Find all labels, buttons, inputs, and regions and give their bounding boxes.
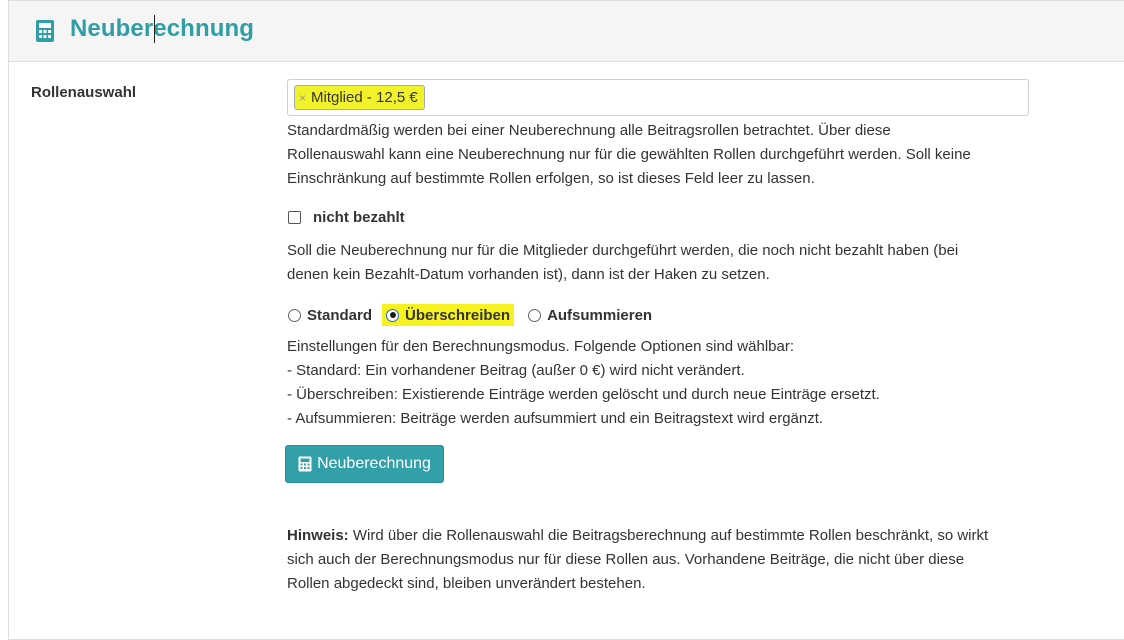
unpaid-checkbox-row[interactable]: nicht bezahlt xyxy=(288,209,405,226)
radio-overwrite[interactable] xyxy=(386,308,400,322)
role-selection-label: Rollenauswahl xyxy=(31,84,137,101)
radio-label-standard: Standard xyxy=(307,306,373,324)
selected-role-text: Mitglied - 12,5 € xyxy=(311,89,418,106)
mode-option-standard[interactable]: Standard xyxy=(288,304,372,326)
radio-sum[interactable] xyxy=(528,308,542,322)
text-cursor xyxy=(154,15,155,43)
mode-option-overwrite[interactable]: Überschreiben xyxy=(382,304,515,326)
help-line: Rollenauswahl kann eine Neuberechnung nu… xyxy=(287,146,971,163)
help-line: Standardmäßig werden bei einer Neuberech… xyxy=(287,122,891,139)
remove-tag-icon[interactable]: × xyxy=(299,91,306,105)
radio-label-overwrite: Überschreiben xyxy=(405,306,511,324)
help-line: Einschränkung auf bestimmte Rollen erfol… xyxy=(287,170,815,187)
mode-radio-group: Standard Überschreiben Aufsummieren xyxy=(288,304,666,326)
page-title: Neuberechnung xyxy=(70,15,254,42)
recalculation-panel: Neuberechnung Rollenauswahl × Mitglied -… xyxy=(8,0,1124,640)
unpaid-checkbox[interactable] xyxy=(288,211,301,224)
help-line: - Aufsummieren: Beiträge werden aufsummi… xyxy=(287,410,824,427)
unpaid-checkbox-label: nicht bezahlt xyxy=(313,209,405,226)
unpaid-help: Soll die Neuberechnung nur für die Mitgl… xyxy=(287,239,1047,287)
mode-option-sum[interactable]: Aufsummieren xyxy=(528,304,652,326)
hint-text: Hinweis: Wird über die Rollenauswahl die… xyxy=(287,524,1047,596)
help-line: - Standard: Ein vorhandener Beitrag (auß… xyxy=(287,362,745,379)
highlight-marker: Überschreiben xyxy=(382,304,515,326)
recalculate-button-label: Neuberechnung xyxy=(317,455,431,472)
recalculate-button[interactable]: Neuberechnung xyxy=(285,445,444,483)
calculator-icon xyxy=(298,456,312,472)
hint-label: Hinweis: xyxy=(287,527,349,544)
radio-label-sum: Aufsummieren xyxy=(547,306,653,324)
hint-line: sich auch der Berechnungsmodus nur für d… xyxy=(287,551,965,568)
help-line: denen kein Bezahlt-Datum vorhanden ist),… xyxy=(287,266,770,283)
hint-line: Wird über die Rollenauswahl die Beitrags… xyxy=(348,527,989,544)
calculator-icon xyxy=(36,20,54,42)
role-select-input[interactable]: × Mitglied - 12,5 € xyxy=(287,79,1029,116)
radio-standard[interactable] xyxy=(288,308,301,322)
role-selection-help: Standardmäßig werden bei einer Neuberech… xyxy=(287,119,1047,191)
hint-line: Rollen abgedeckt sind, bleiben unverände… xyxy=(287,575,646,592)
help-line: Einstellungen für den Berechnungsmodus. … xyxy=(287,338,794,355)
panel-header: Neuberechnung xyxy=(9,1,1124,62)
selected-role-tag[interactable]: × Mitglied - 12,5 € xyxy=(294,85,425,110)
mode-help: Einstellungen für den Berechnungsmodus. … xyxy=(287,335,1047,431)
help-line: - Überschreiben: Existierende Einträge w… xyxy=(287,386,880,403)
help-line: Soll die Neuberechnung nur für die Mitgl… xyxy=(287,242,959,259)
